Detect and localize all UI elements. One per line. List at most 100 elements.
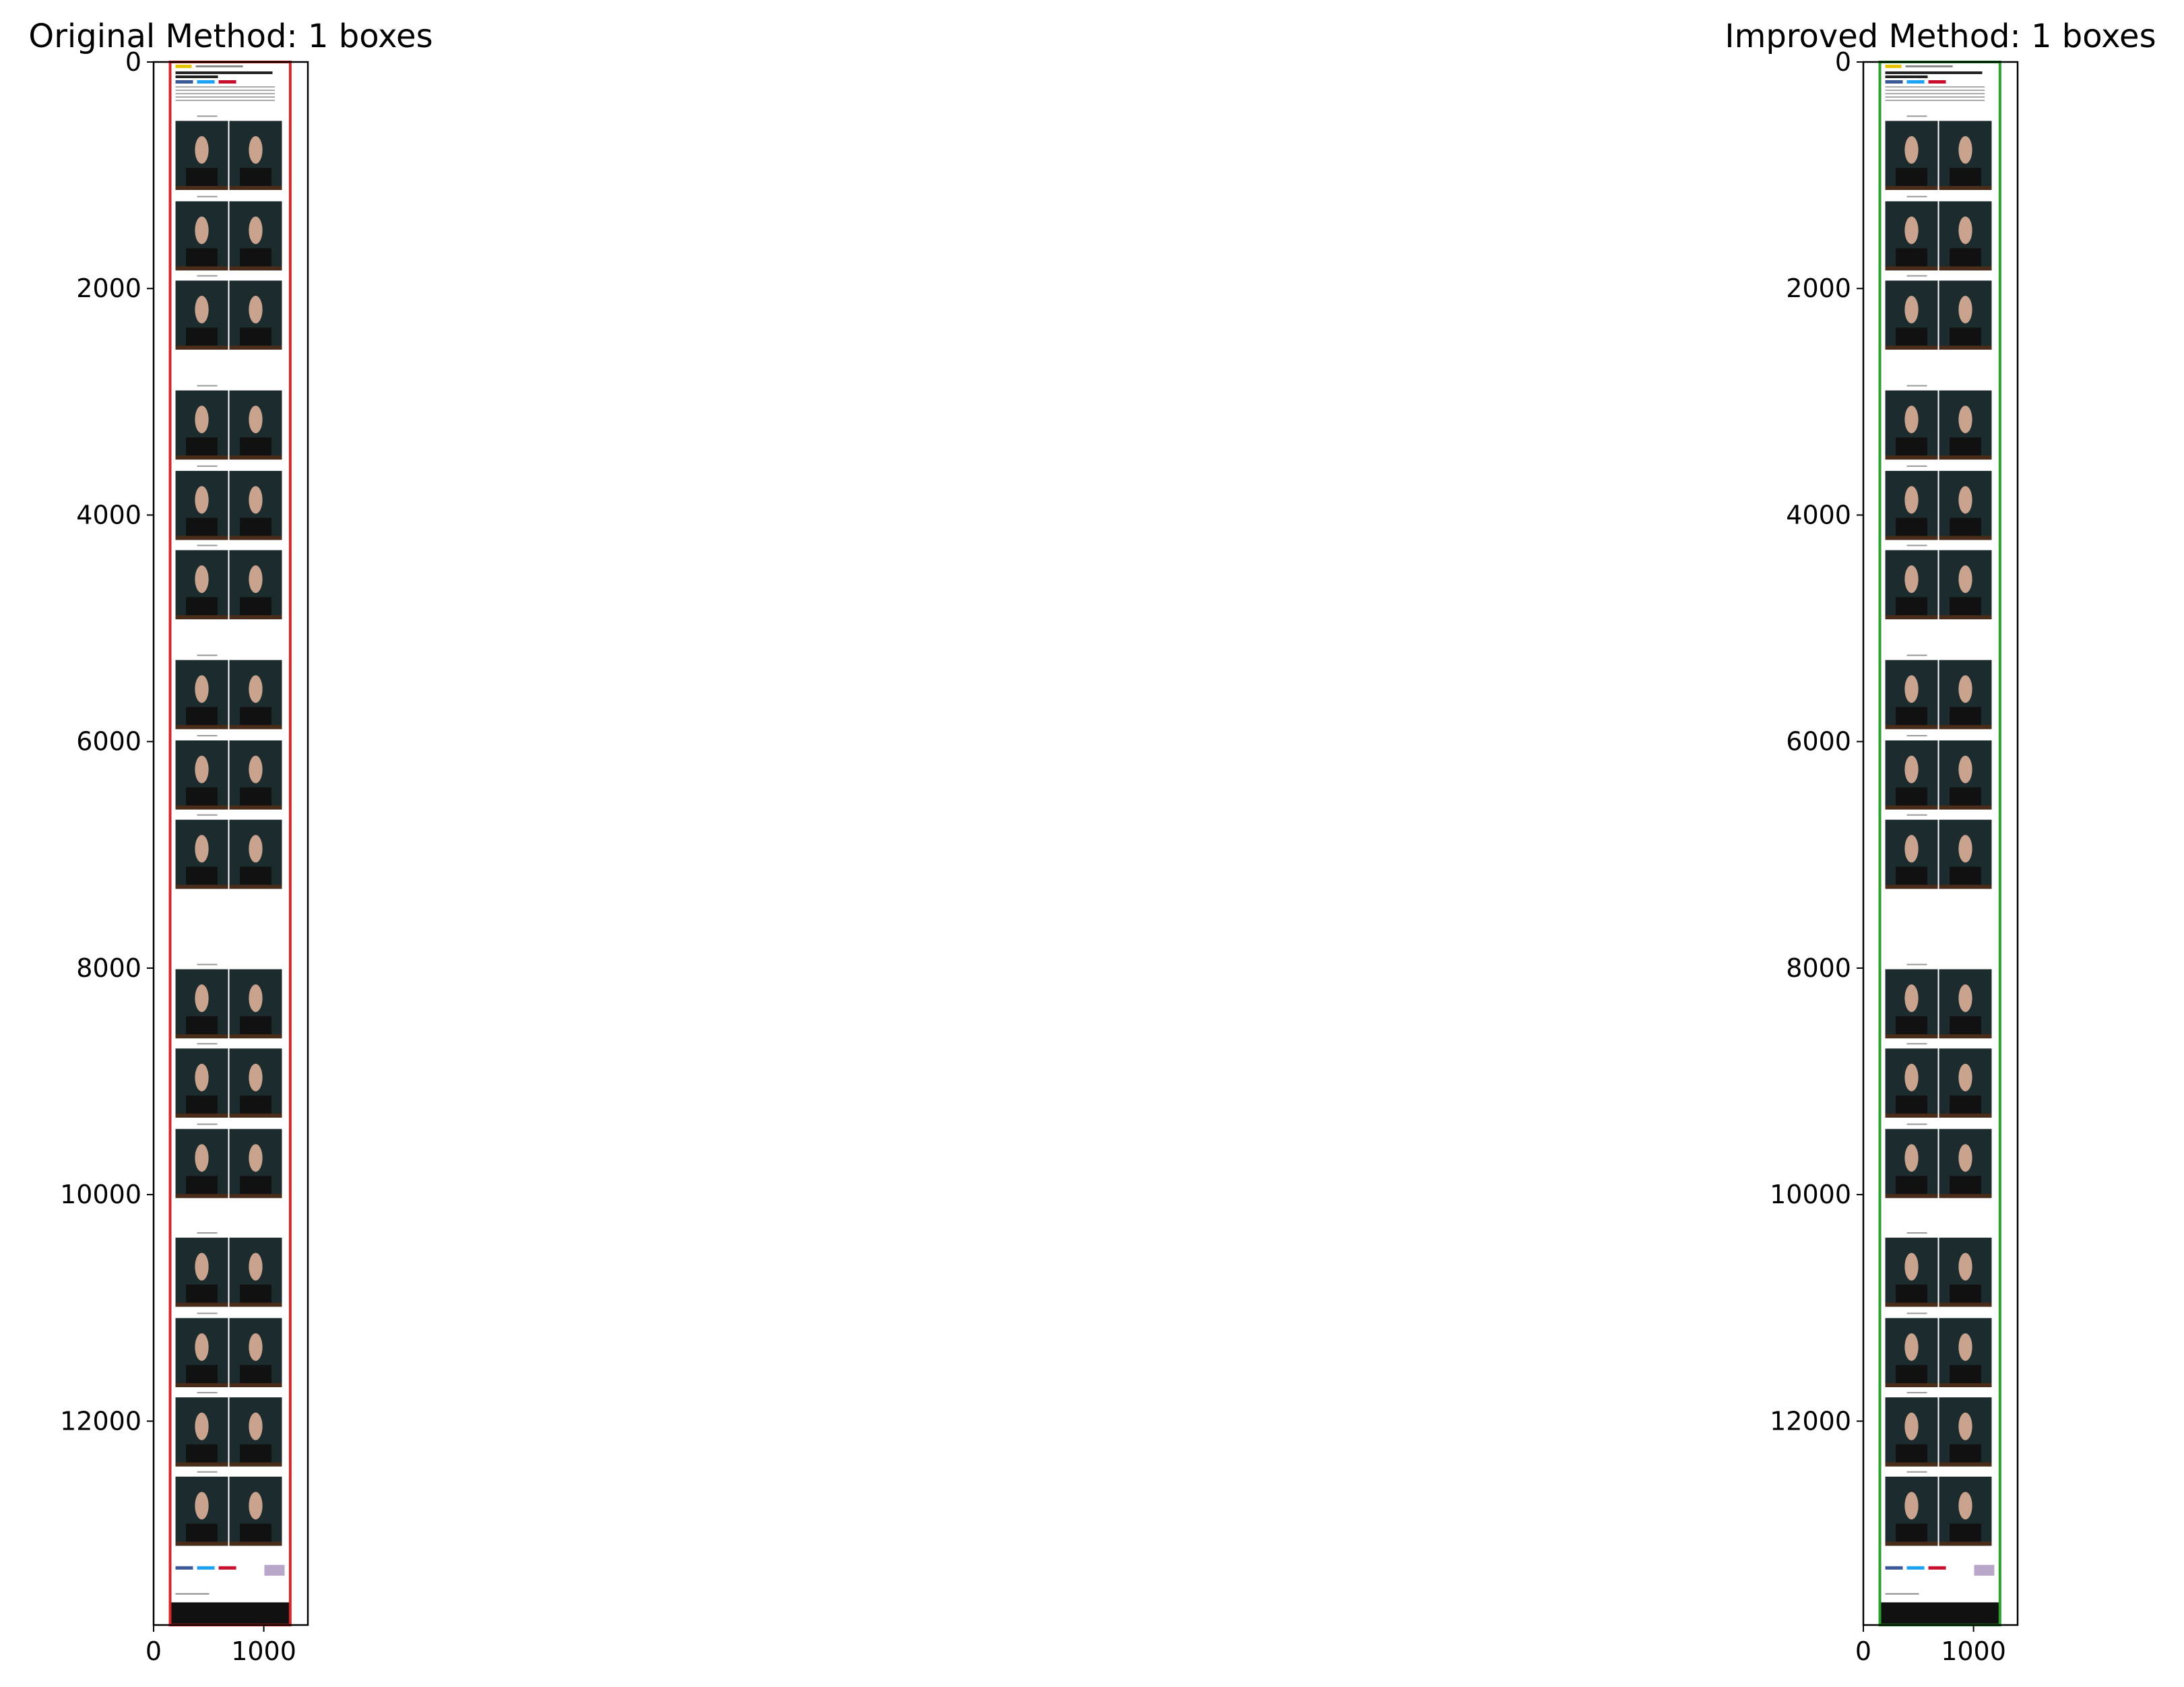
portrait-face: [249, 1063, 263, 1091]
portrait-face: [1958, 216, 1972, 245]
header-badge: [1885, 65, 1902, 68]
portrait-table: [1885, 1113, 1938, 1118]
x-tick-label: 0: [146, 1636, 162, 1666]
portrait-body: [1896, 597, 1927, 617]
portrait-table: [1885, 266, 1938, 271]
portrait-face: [195, 1412, 209, 1440]
portrait-face: [1958, 486, 1972, 514]
y-tick-label: 12000: [1770, 1406, 1851, 1436]
caption-line: [197, 654, 218, 656]
caption-line: [197, 1232, 218, 1234]
headline-line: [1885, 75, 1928, 78]
share-button-pinterest: [218, 80, 236, 84]
caption-line: [1906, 544, 1927, 546]
portrait-table: [1939, 615, 1992, 620]
y-tick-label: 6000: [76, 727, 141, 757]
portrait-face: [249, 1144, 263, 1172]
portrait-face: [195, 984, 209, 1013]
headline-line: [175, 75, 218, 78]
portrait-table: [229, 1034, 282, 1039]
portrait-table: [229, 1541, 282, 1546]
portrait-body: [240, 1444, 271, 1464]
portrait-body: [1896, 248, 1927, 268]
y-tick-label: 4000: [76, 500, 141, 530]
portrait-table: [1885, 805, 1938, 810]
portrait-face: [1958, 1412, 1972, 1440]
portrait-face: [195, 486, 209, 514]
portrait-body: [240, 327, 271, 347]
portrait-table: [175, 266, 228, 271]
portrait-body: [1896, 1284, 1927, 1304]
y-tick-label: 8000: [1786, 953, 1851, 983]
portrait-face: [195, 1492, 209, 1520]
portrait-table: [1939, 1462, 1992, 1467]
portrait-body: [1896, 1523, 1927, 1543]
portrait-table: [1939, 1034, 1992, 1039]
portrait-face: [195, 1063, 209, 1091]
portrait-body: [186, 1095, 218, 1115]
y-tick-label: 8000: [76, 953, 141, 983]
portrait-face: [1904, 755, 1919, 784]
portrait-body: [1950, 1365, 1981, 1384]
headline-line: [175, 71, 273, 74]
portrait-body: [1896, 866, 1927, 887]
article-text-line: [1885, 100, 1985, 101]
caption-line: [1906, 654, 1927, 656]
portrait-body: [1896, 707, 1927, 727]
portrait-body: [186, 327, 218, 347]
caption-line: [197, 465, 218, 467]
portrait-table: [1885, 346, 1938, 350]
portrait-face: [1958, 1492, 1972, 1520]
caption-line: [197, 385, 218, 387]
portrait-face: [195, 216, 209, 245]
portrait-body: [240, 1016, 271, 1036]
footer-share-pinterest: [1928, 1566, 1946, 1570]
y-tick-label: 10000: [1770, 1180, 1851, 1209]
portrait-table: [1885, 455, 1938, 460]
portrait-body: [186, 1444, 218, 1464]
portrait-face: [249, 835, 263, 863]
portrait-face: [249, 1492, 263, 1520]
y-tick-label: 2000: [76, 274, 141, 303]
caption-line: [1906, 275, 1927, 277]
portrait-face: [249, 1252, 263, 1281]
portrait-body: [240, 1176, 271, 1196]
portrait-face: [1904, 1412, 1919, 1440]
portrait-body: [186, 1176, 218, 1196]
portrait-face: [1958, 296, 1972, 324]
portrait-face: [1904, 135, 1919, 164]
portrait-face: [249, 486, 263, 514]
portrait-face: [249, 675, 263, 703]
portrait-face: [195, 1333, 209, 1361]
portrait-body: [1896, 1095, 1927, 1115]
article-text-line: [1885, 96, 1985, 98]
caption-line: [197, 1123, 218, 1125]
caption-line: [197, 1312, 218, 1314]
portrait-face: [1958, 1252, 1972, 1281]
portrait-face: [195, 1252, 209, 1281]
portrait-body: [240, 168, 271, 187]
article-text-line: [1885, 93, 1985, 94]
portrait-table: [229, 805, 282, 810]
portrait-table: [1939, 346, 1992, 350]
footer-share-twitter: [197, 1566, 215, 1570]
portrait-body: [186, 248, 218, 268]
portrait-body: [240, 517, 271, 538]
portrait-body: [240, 1365, 271, 1384]
portrait-table: [229, 1113, 282, 1118]
y-tick-label: 10000: [60, 1180, 141, 1209]
portrait-face: [1904, 1492, 1919, 1520]
caption-line: [1906, 1392, 1927, 1394]
portrait-body: [186, 707, 218, 727]
footer-share-pinterest: [218, 1566, 236, 1570]
portrait-table: [175, 1462, 228, 1467]
portrait-body: [186, 866, 218, 887]
portrait-body: [1950, 168, 1981, 187]
portrait-face: [249, 1333, 263, 1361]
portrait-body: [186, 1365, 218, 1384]
portrait-face: [195, 406, 209, 434]
article-text-line: [175, 100, 276, 101]
portrait-table: [229, 536, 282, 540]
portrait-table: [1939, 1113, 1992, 1118]
portrait-body: [1896, 437, 1927, 457]
